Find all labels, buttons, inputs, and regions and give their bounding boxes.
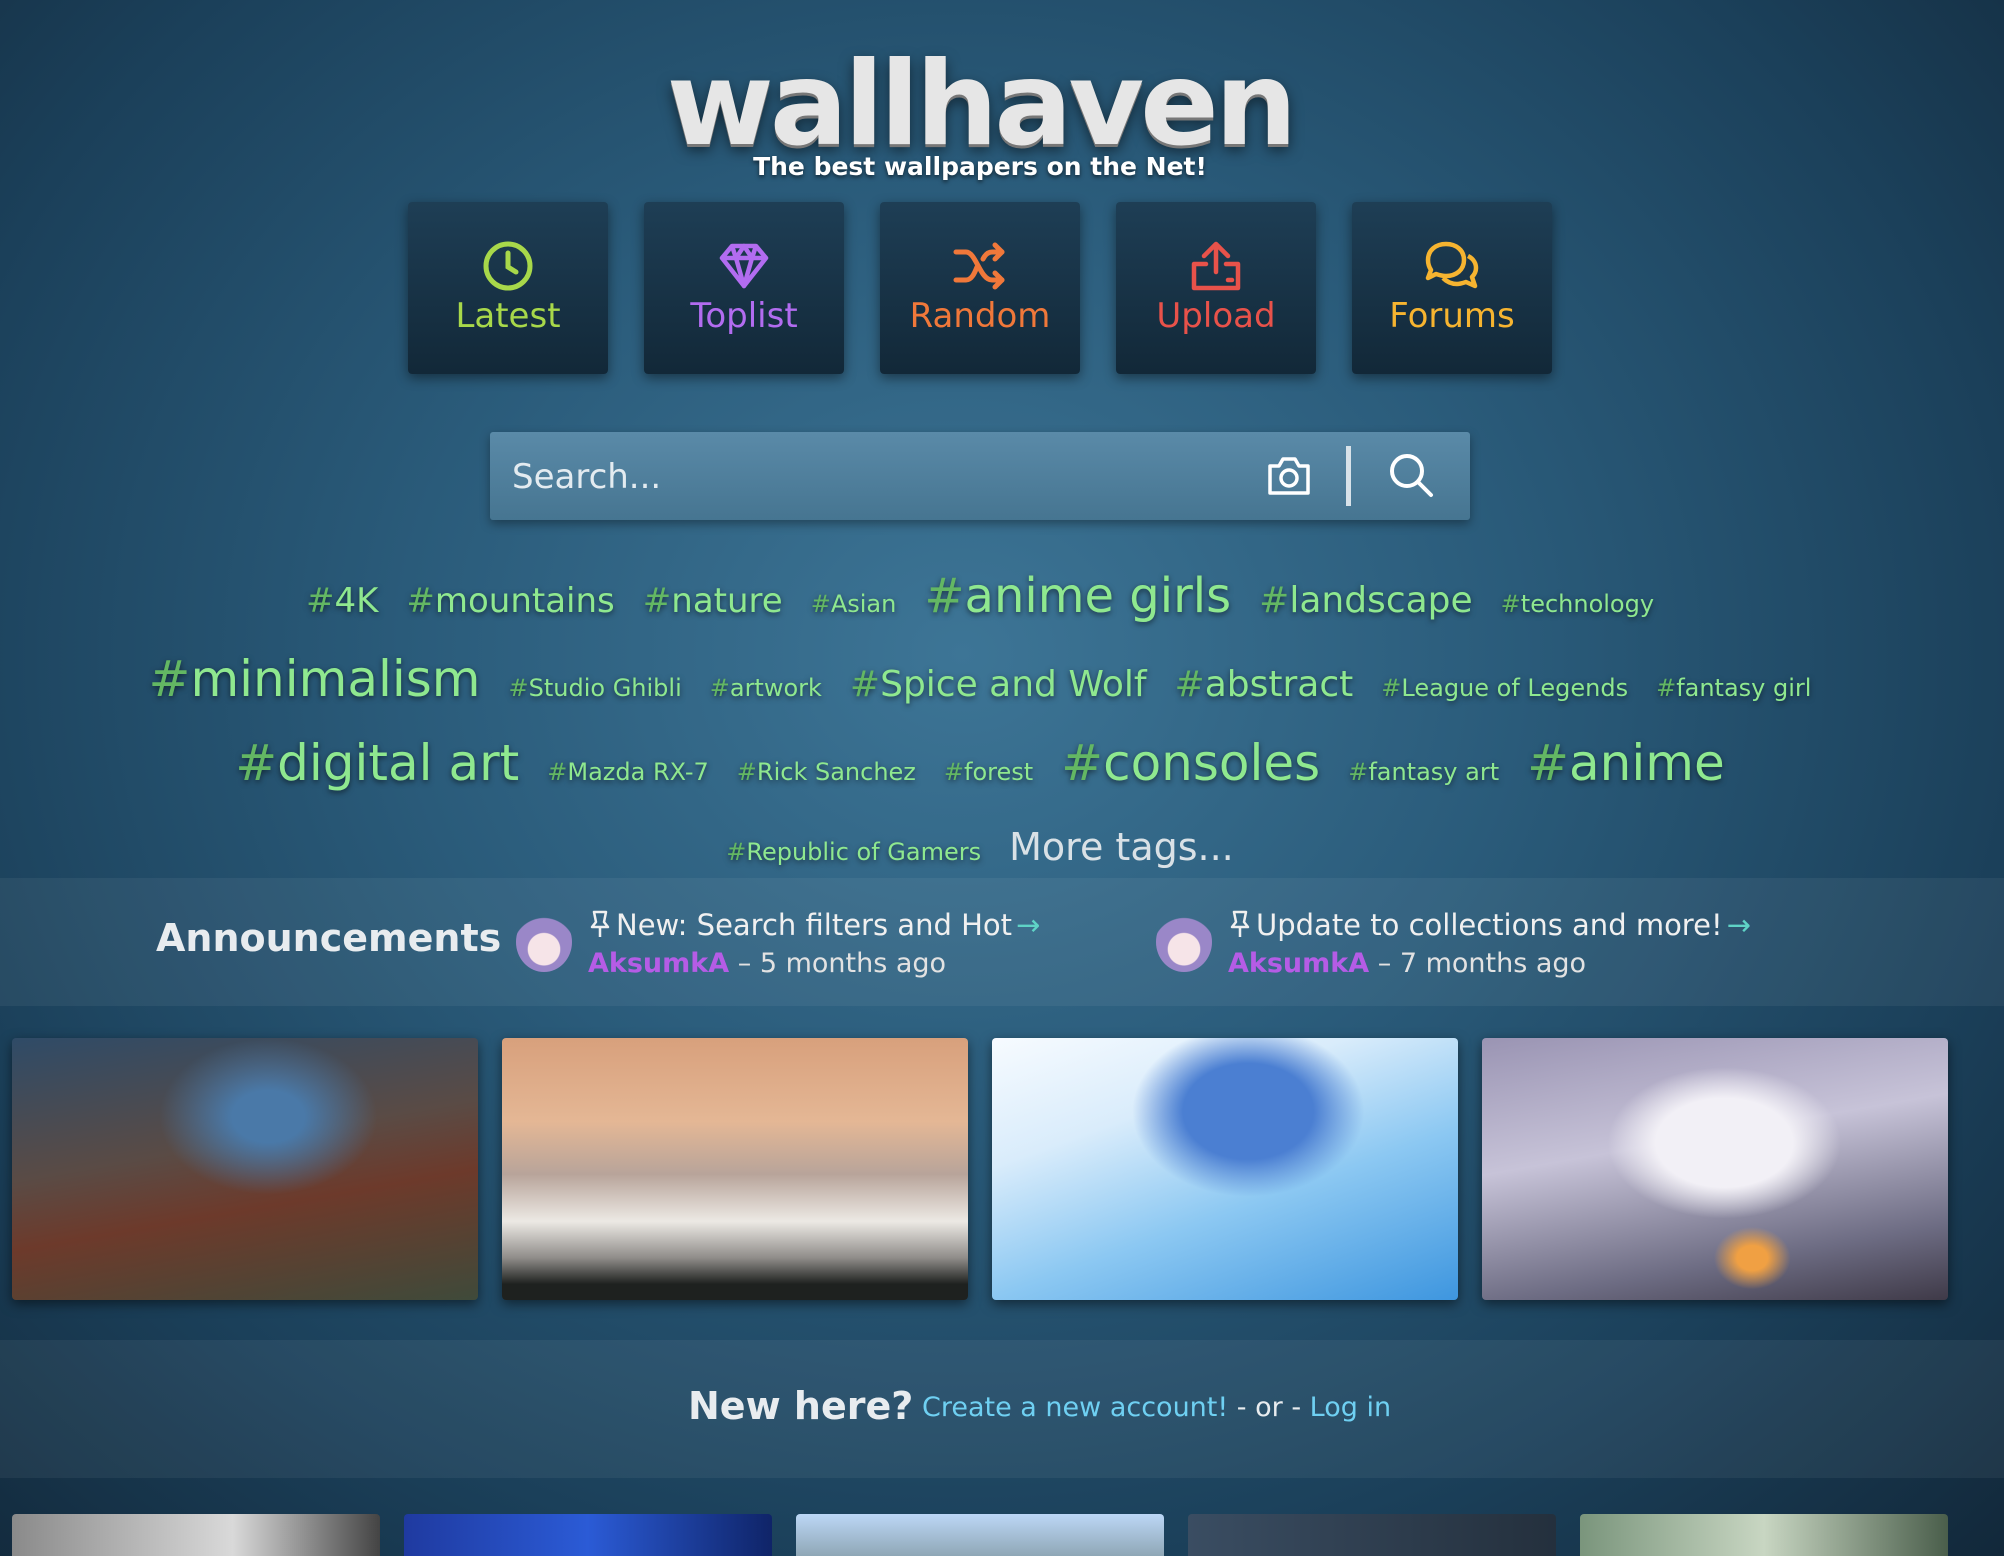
upload-icon xyxy=(1191,241,1241,291)
avatar xyxy=(516,912,572,972)
tag-link[interactable]: #minimalism xyxy=(149,643,481,715)
tag-link[interactable]: #anime xyxy=(1527,727,1725,799)
tag-link[interactable]: #digital art xyxy=(235,727,519,799)
tag-link[interactable]: #Spice and Wolf xyxy=(850,649,1147,721)
nav-forums-button[interactable]: Forums xyxy=(1352,202,1552,374)
wallpaper-thumbnail[interactable] xyxy=(796,1514,1164,1556)
new-here-links: Create a new account! - or - Log in xyxy=(922,1392,1391,1423)
tag-link[interactable]: #landscape xyxy=(1259,565,1473,637)
nav-label: Random xyxy=(909,296,1051,336)
tag-link[interactable]: #consoles xyxy=(1061,727,1320,799)
tag-link[interactable]: #Studio Ghibli xyxy=(509,652,682,724)
tag-link[interactable]: #fantasy girl xyxy=(1656,652,1811,724)
tag-link[interactable]: #anime girls xyxy=(924,560,1231,632)
announcement-item[interactable]: New: Search filters and Hot → AksumkA – 5… xyxy=(516,908,1136,988)
announcement-item[interactable]: Update to collections and more! → AksumkA… xyxy=(1156,908,1776,988)
tag-link[interactable]: #mountains xyxy=(406,565,614,637)
tag-link[interactable]: #Rick Sanchez xyxy=(737,736,916,808)
search-divider xyxy=(1346,446,1351,506)
announcements-title: Announcements xyxy=(156,916,502,960)
tag-link[interactable]: #abstract xyxy=(1175,649,1354,721)
arrow-right-icon: → xyxy=(1016,908,1041,942)
site-tagline: The best wallpapers on the Net! xyxy=(753,152,1207,181)
tag-link[interactable]: #forest xyxy=(944,736,1033,808)
tag-link[interactable]: #4K xyxy=(306,565,378,637)
tag-link[interactable]: #Mazda RX-7 xyxy=(547,736,709,808)
announcement-title[interactable]: New: Search filters and Hot → xyxy=(616,908,1040,942)
new-here-panel: New here? Create a new account! - or - L… xyxy=(0,1340,2004,1478)
wallpaper-thumbnail[interactable] xyxy=(1482,1038,1948,1300)
announcement-title[interactable]: Update to collections and more! → xyxy=(1256,908,1751,942)
login-link[interactable]: Log in xyxy=(1310,1392,1391,1423)
nav-label: Upload xyxy=(1156,296,1276,336)
more-tags-link[interactable]: More tags... xyxy=(1009,811,1234,883)
site-logo[interactable]: wallhaven xyxy=(0,40,1960,170)
wallpaper-thumbnail[interactable] xyxy=(502,1038,968,1300)
announcement-meta: AksumkA – 7 months ago xyxy=(1228,948,1587,979)
clock-icon xyxy=(483,241,533,291)
wallpaper-thumbnail[interactable] xyxy=(992,1038,1458,1300)
new-here-title: New here? xyxy=(688,1384,914,1428)
tag-link[interactable]: #League of Legends xyxy=(1381,652,1628,724)
wallpaper-thumbnail[interactable] xyxy=(1580,1514,1948,1556)
tag-link[interactable]: #Asian xyxy=(811,568,897,640)
nav-label: Toplist xyxy=(690,296,798,336)
chat-icon xyxy=(1425,241,1479,289)
camera-icon[interactable] xyxy=(1266,454,1312,498)
nav-toplist-button[interactable]: Toplist xyxy=(644,202,844,374)
pin-icon xyxy=(1230,910,1250,937)
search-input[interactable] xyxy=(510,444,1254,510)
tag-cloud: #4K #mountains #nature #Asian #anime girls #l… xyxy=(120,560,1840,891)
create-account-link[interactable]: Create a new account! xyxy=(922,1392,1228,1423)
diamond-icon xyxy=(719,243,769,289)
arrow-right-icon: → xyxy=(1726,908,1751,942)
shuffle-icon xyxy=(953,242,1005,290)
announcement-meta: AksumkA – 5 months ago xyxy=(588,948,947,979)
wallpaper-thumbnail[interactable] xyxy=(1188,1514,1556,1556)
tag-link[interactable]: #technology xyxy=(1501,568,1654,640)
announcements-panel: Announcements New: Search filters and Ho… xyxy=(0,878,2004,1006)
search-bar xyxy=(490,432,1470,520)
nav-label: Forums xyxy=(1389,296,1515,336)
tag-link[interactable]: #fantasy art xyxy=(1348,736,1499,808)
magnifier-icon[interactable] xyxy=(1388,452,1434,498)
announcement-author[interactable]: AksumkA xyxy=(588,948,729,979)
wallpaper-thumbnail[interactable] xyxy=(404,1514,772,1556)
nav-label: Latest xyxy=(455,296,561,336)
tag-link[interactable]: #artwork xyxy=(710,652,822,724)
nav-random-button[interactable]: Random xyxy=(880,202,1080,374)
or-separator: - or - xyxy=(1236,1392,1302,1423)
wallpaper-thumbnail[interactable] xyxy=(12,1038,478,1300)
avatar xyxy=(1156,912,1212,972)
nav-latest-button[interactable]: Latest xyxy=(408,202,608,374)
nav-upload-button[interactable]: Upload xyxy=(1116,202,1316,374)
pin-icon xyxy=(590,910,610,937)
wallpaper-thumbnail[interactable] xyxy=(12,1514,380,1556)
tag-link[interactable]: #nature xyxy=(643,565,783,637)
announcement-author[interactable]: AksumkA xyxy=(1228,948,1369,979)
